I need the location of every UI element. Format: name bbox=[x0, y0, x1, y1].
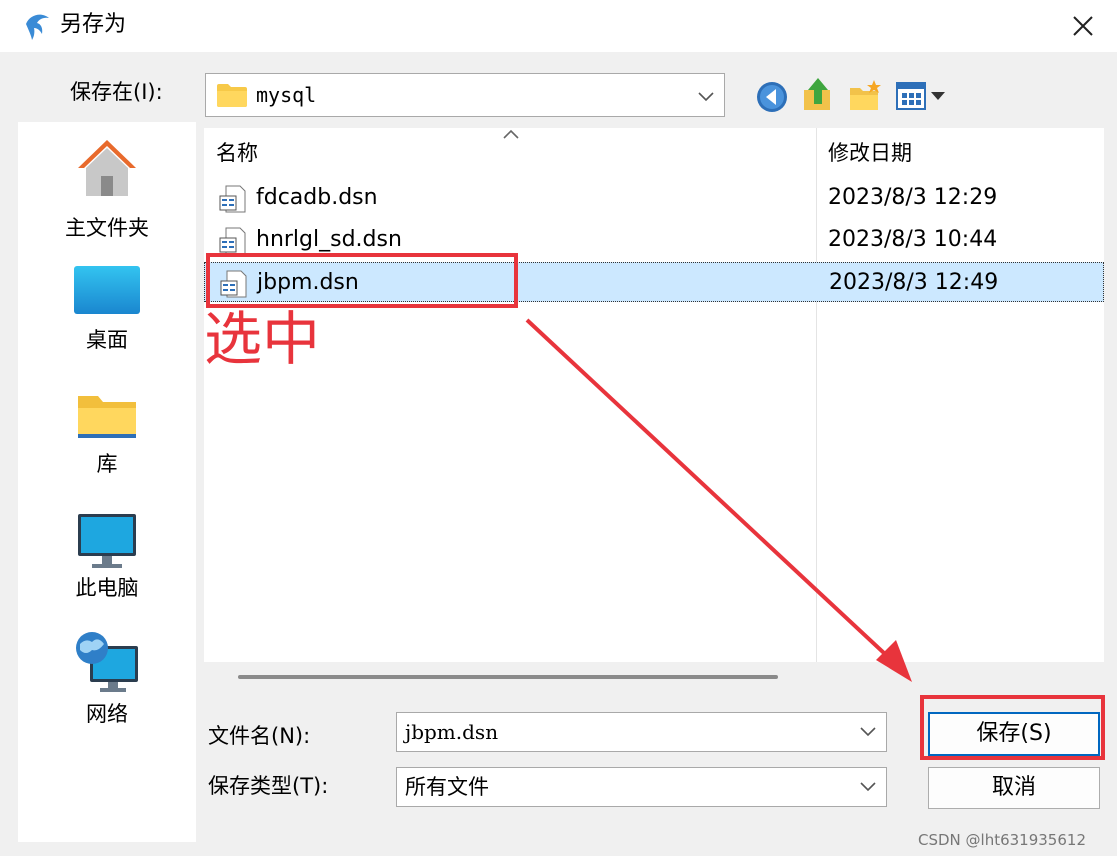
place-home[interactable]: 主文件夹 bbox=[18, 134, 196, 244]
save-in-value: mysql bbox=[256, 83, 317, 107]
new-folder-icon bbox=[850, 80, 881, 110]
chevron-down-icon bbox=[860, 782, 876, 792]
home-icon bbox=[78, 140, 136, 196]
places-bar: 主文件夹 桌面 库 此电脑 网络 bbox=[18, 122, 196, 842]
place-library[interactable]: 库 bbox=[18, 388, 196, 498]
save-in-combo[interactable]: mysql bbox=[205, 73, 725, 117]
filetype-combo[interactable]: 所有文件 bbox=[396, 767, 887, 807]
place-library-label: 库 bbox=[96, 452, 118, 476]
file-name: jbpm.dsn bbox=[257, 270, 359, 295]
dolphin-icon bbox=[26, 14, 49, 40]
close-icon bbox=[1073, 16, 1093, 36]
place-computer-label: 此电脑 bbox=[75, 576, 139, 600]
column-header-date[interactable]: 修改日期 bbox=[828, 128, 912, 178]
view-menu-button[interactable] bbox=[895, 80, 949, 112]
save-button[interactable]: 保存(S) bbox=[928, 712, 1100, 756]
new-folder-button[interactable] bbox=[848, 78, 884, 112]
place-home-label: 主文件夹 bbox=[65, 216, 149, 240]
up-folder-button[interactable] bbox=[800, 76, 836, 114]
dsn-file-icon bbox=[220, 270, 247, 298]
filename-combo[interactable]: jbpm.dsn bbox=[396, 712, 887, 752]
save-in-label: 保存在(I): bbox=[70, 80, 163, 104]
file-date: 2023/8/3 12:49 bbox=[829, 270, 999, 295]
close-button[interactable] bbox=[1060, 6, 1106, 46]
folder-icon bbox=[217, 84, 247, 107]
dsn-file-icon bbox=[219, 227, 246, 255]
network-icon bbox=[76, 632, 138, 692]
place-desktop[interactable]: 桌面 bbox=[18, 262, 196, 372]
back-button[interactable] bbox=[755, 80, 789, 114]
back-icon bbox=[757, 82, 787, 112]
desktop-icon bbox=[74, 266, 140, 314]
file-date: 2023/8/3 12:29 bbox=[828, 185, 998, 210]
place-desktop-label: 桌面 bbox=[86, 328, 128, 352]
chevron-down-icon bbox=[698, 92, 714, 102]
file-row-selected[interactable]: jbpm.dsn 2023/8/3 12:49 bbox=[204, 262, 1104, 302]
horizontal-scrollbar[interactable] bbox=[238, 675, 778, 679]
annotation-label: 选中 bbox=[204, 305, 321, 373]
file-name: hnrlgl_sd.dsn bbox=[256, 227, 402, 252]
file-row[interactable]: fdcadb.dsn 2023/8/3 12:29 bbox=[204, 178, 1104, 218]
filetype-value: 所有文件 bbox=[405, 775, 489, 799]
column-header-name[interactable]: 名称 bbox=[216, 128, 258, 178]
computer-icon bbox=[78, 514, 136, 568]
window-title: 另存为 bbox=[60, 12, 127, 37]
filename-label: 文件名(N): bbox=[208, 724, 311, 748]
save-as-dialog: 另存为 保存在(I): mysql 主文件夹 桌面 库 此电脑 网络 名称 修改… bbox=[0, 0, 1117, 856]
sort-ascending-icon bbox=[503, 129, 519, 139]
cancel-button[interactable]: 取消 bbox=[928, 767, 1100, 809]
place-computer[interactable]: 此电脑 bbox=[18, 512, 196, 622]
file-name: fdcadb.dsn bbox=[256, 185, 378, 210]
filetype-label: 保存类型(T): bbox=[208, 774, 329, 798]
filename-value: jbpm.dsn bbox=[405, 720, 499, 744]
file-list[interactable]: 名称 修改日期 fdcadb.dsn 2023/8/3 12:29 hnrlgl… bbox=[204, 128, 1104, 662]
place-network-label: 网络 bbox=[86, 702, 128, 726]
place-network[interactable]: 网络 bbox=[18, 630, 196, 740]
title-bar: 另存为 bbox=[0, 0, 1117, 52]
watermark: CSDN @lht631935612 bbox=[918, 831, 1086, 849]
view-menu-icon bbox=[896, 82, 945, 110]
up-folder-icon bbox=[804, 78, 830, 110]
chevron-down-icon bbox=[860, 727, 876, 737]
file-date: 2023/8/3 10:44 bbox=[828, 227, 998, 252]
library-folder-icon bbox=[78, 396, 136, 438]
file-row[interactable]: hnrlgl_sd.dsn 2023/8/3 10:44 bbox=[204, 220, 1104, 260]
dsn-file-icon bbox=[219, 185, 246, 213]
